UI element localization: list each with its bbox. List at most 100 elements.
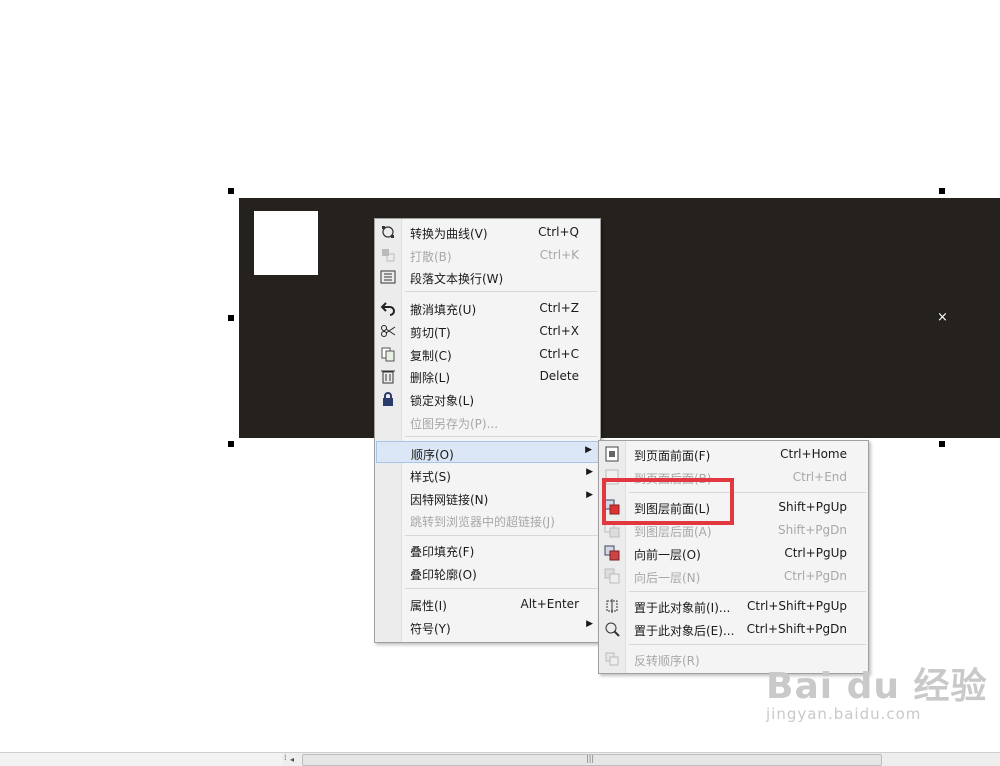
horizontal-scrollbar[interactable]: ⁞ ◂ ||| [0,752,1000,766]
menu-item-label: 段落文本换行(W) [410,272,504,286]
selection-handle-middle-left[interactable] [228,315,234,321]
menu-item-shortcut: Ctrl+PgDn [783,569,847,583]
menu-item-label: 打散(B) [410,250,452,264]
menu-item-convert-to-curves[interactable]: 转换为曲线(V) Ctrl+Q [376,221,599,243]
submenu-arrow-icon: ▶ [586,467,593,477]
menu-item-overprint-outline[interactable]: 叠印轮廓(O) [376,562,599,584]
scroll-left-arrow-icon[interactable]: ◂ [286,753,298,766]
submenu-arrow-icon: ▶ [586,619,593,629]
menu-item-label: 锁定对象(L) [410,394,475,408]
submenu-arrow-icon: ▶ [586,490,593,500]
selection-handle-bottom-right[interactable] [939,441,945,447]
menu-item-order[interactable]: 顺序(O) ▶ [376,441,599,463]
menu-item-shortcut: Ctrl+Q [538,225,579,239]
thumb-grip-icon: ||| [586,754,595,763]
white-square-object[interactable] [254,211,318,275]
watermark-logo: Bai du 经验 [766,666,988,707]
menu-item-shortcut: Ctrl+Shift+PgDn [746,622,847,636]
rotation-center-marker: × [937,310,948,325]
menu-item-label: 向前一层(O) [634,548,701,562]
menu-item-shortcut: Alt+Enter [520,597,579,611]
menu-item-label: 到页面前面(F) [634,449,711,463]
menu-item-shortcut: Ctrl+End [792,470,847,484]
menu-item-copy[interactable]: 复制(C) Ctrl+C [376,343,599,365]
menu-item-label: 因特网链接(N) [410,493,489,507]
lock-icon [380,391,396,407]
menu-separator [405,436,598,437]
submenu-item-forward-one[interactable]: 向前一层(O) Ctrl+PgUp [600,542,867,564]
menu-item-label: 跳转到浏览器中的超链接(J) [410,515,555,529]
scissors-icon [380,323,396,339]
selection-handle-bottom-left[interactable] [228,441,234,447]
menu-item-break-apart[interactable]: 打散(B) Ctrl+K [376,244,599,266]
menu-item-label: 剪切(T) [410,326,451,340]
status-area [0,753,282,766]
menu-item-internet-link[interactable]: 因特网链接(N) ▶ [376,487,599,509]
reverse-order-icon [604,651,620,667]
menu-item-shortcut: Ctrl+X [539,324,579,338]
menu-separator [405,588,598,589]
undo-icon [380,300,396,316]
copy-icon [380,346,396,362]
menu-item-shortcut: Shift+PgDn [777,523,847,537]
submenu-item-behind[interactable]: 置于此对象后(E)... Ctrl+Shift+PgDn [600,618,867,640]
menu-item-label: 属性(I) [410,599,447,613]
menu-item-label: 叠印填充(F) [410,545,475,559]
selection-handle-top-left[interactable] [228,188,234,194]
selected-black-rectangle[interactable] [239,198,1000,438]
menu-separator [629,644,866,645]
menu-item-shortcut: Ctrl+K [539,248,579,262]
menu-item-style[interactable]: 样式(S) ▶ [376,464,599,486]
to-page-front-icon [604,446,620,462]
behind-icon [604,621,620,637]
menu-item-wrap-paragraph-text[interactable]: 段落文本换行(W) [376,266,599,288]
menu-item-overprint-fill[interactable]: 叠印填充(F) [376,539,599,561]
baidu-jingyan-watermark: Bai du 经验 jingyan.baidu.com [766,657,996,723]
menu-item-cut[interactable]: 剪切(T) Ctrl+X [376,320,599,342]
menu-item-label: 撤消填充(U) [410,303,477,317]
menu-item-label: 置于此对象前(I)... [634,601,731,615]
menu-item-label: 删除(L) [410,371,451,385]
wrap-paragraph-text-icon [380,269,396,285]
forward-one-icon [604,545,620,561]
menu-item-shortcut: Ctrl+Home [780,447,847,461]
selection-handle-top-right[interactable] [939,188,945,194]
menu-item-shortcut: Ctrl+C [539,347,579,361]
menu-item-label: 到图层后面(A) [634,525,712,539]
menu-item-jump-to-hyperlink[interactable]: 跳转到浏览器中的超链接(J) [376,509,599,531]
break-apart-icon [380,247,396,263]
menu-item-shortcut: Ctrl+Shift+PgUp [747,599,847,613]
menu-item-shortcut: Ctrl+PgUp [784,546,847,560]
menu-item-label: 符号(Y) [410,622,451,636]
menu-item-lock-object[interactable]: 锁定对象(L) [376,388,599,410]
submenu-item-to-page-front[interactable]: 到页面前面(F) Ctrl+Home [600,443,867,465]
menu-item-undo-fill[interactable]: 撤消填充(U) Ctrl+Z [376,297,599,319]
menu-item-label: 样式(S) [410,470,451,484]
context-menu: 转换为曲线(V) Ctrl+Q 打散(B) Ctrl+K 段落文本换行(W) 撤… [374,218,601,643]
in-front-of-icon [604,598,620,614]
menu-item-save-bitmap-as[interactable]: 位图另存为(P)... [376,411,599,433]
menu-item-shortcut: Shift+PgUp [778,500,847,514]
order-submenu: 到页面前面(F) Ctrl+Home 到页面后面(B) Ctrl+End 到图层… [598,440,869,674]
menu-separator [629,591,866,592]
menu-item-symbol[interactable]: 符号(Y) ▶ [376,616,599,638]
menu-separator [405,535,598,536]
menu-item-shortcut: Delete [539,369,579,383]
submenu-item-back-one[interactable]: 向后一层(N) Ctrl+PgDn [600,565,867,587]
menu-item-label: 转换为曲线(V) [410,227,488,241]
menu-item-label: 反转顺序(R) [634,654,700,668]
submenu-arrow-icon: ▶ [585,445,592,455]
convert-to-curves-icon [380,224,396,240]
menu-item-properties[interactable]: 属性(I) Alt+Enter [376,593,599,615]
menu-item-label: 位图另存为(P)... [410,417,499,431]
menu-item-shortcut: Ctrl+Z [539,301,579,315]
submenu-item-in-front-of[interactable]: 置于此对象前(I)... Ctrl+Shift+PgUp [600,595,867,617]
back-one-icon [604,568,620,584]
menu-item-delete[interactable]: 删除(L) Delete [376,365,599,387]
scrollbar-thumb[interactable]: ||| [302,754,882,766]
menu-item-label: 向后一层(N) [634,571,701,585]
menu-item-label: 复制(C) [410,349,452,363]
menu-item-label: 叠印轮廓(O) [410,568,477,582]
annotation-highlight-box [602,478,734,525]
trash-icon [380,368,396,384]
